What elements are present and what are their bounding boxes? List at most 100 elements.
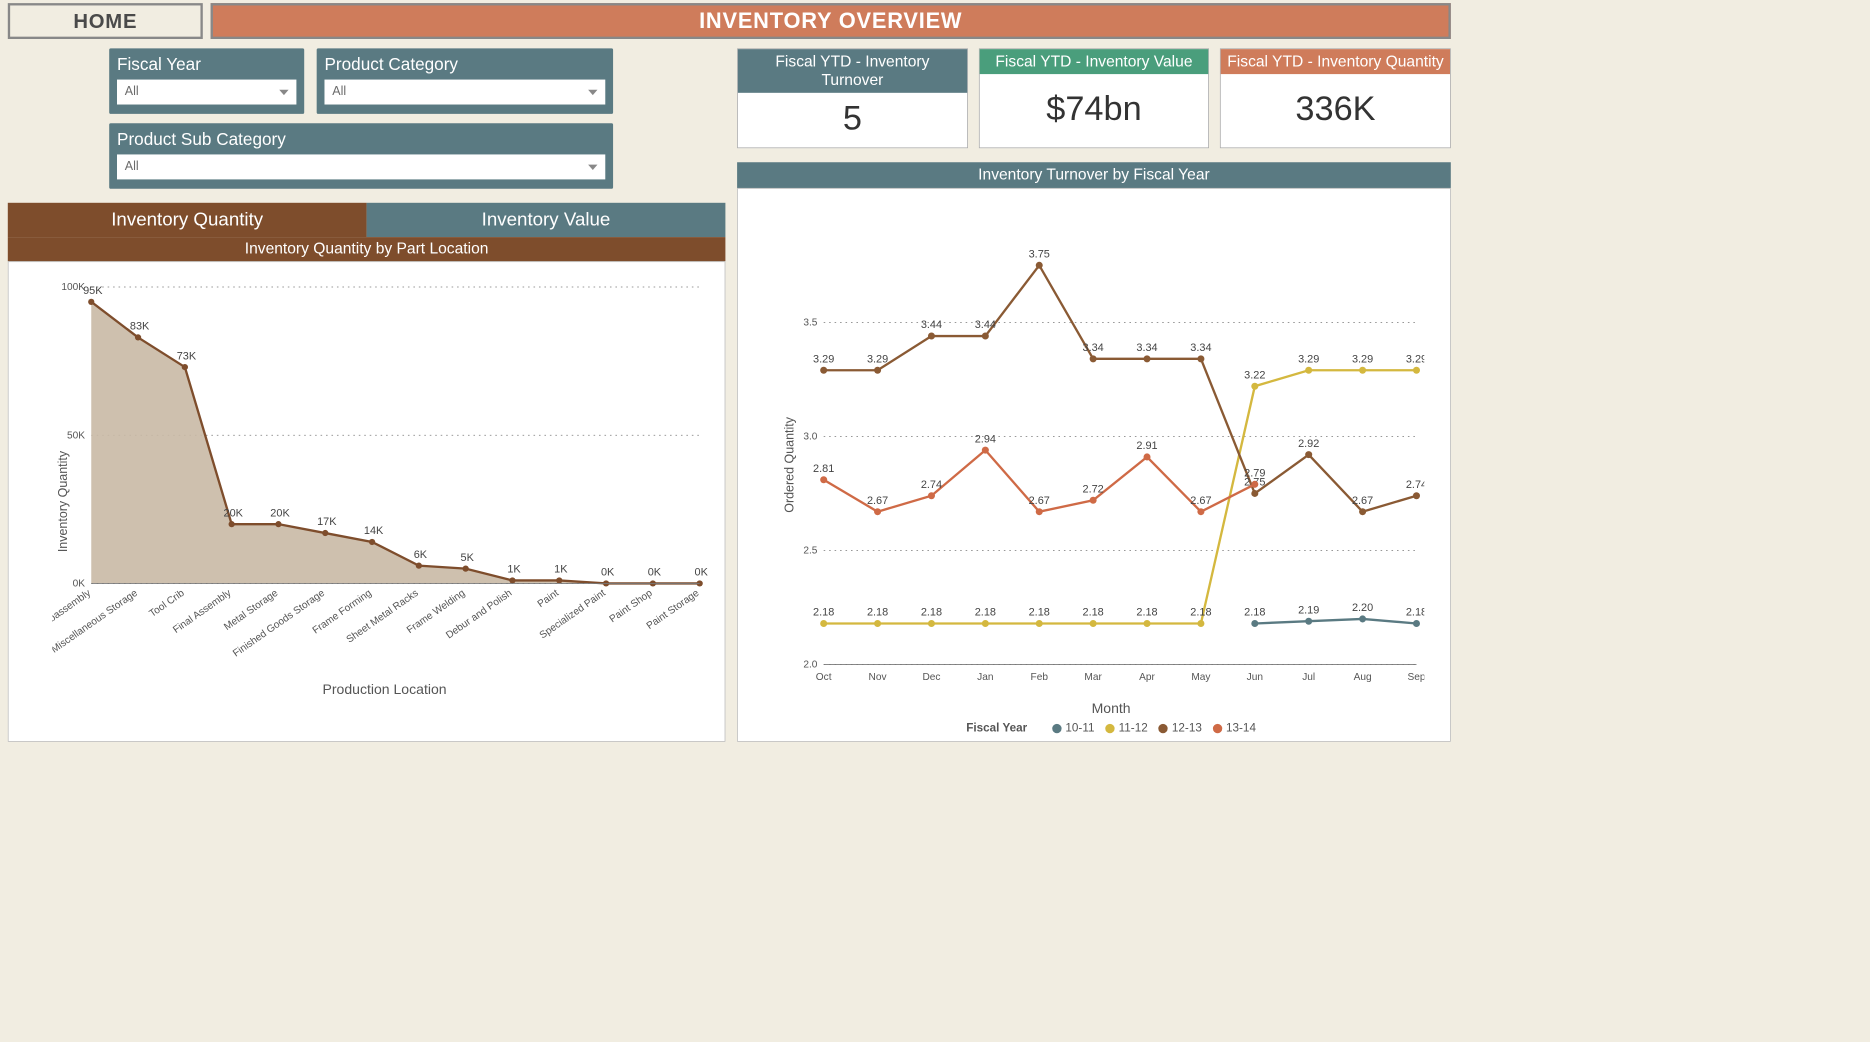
svg-text:1K: 1K: [507, 564, 521, 576]
svg-text:3.29: 3.29: [1406, 353, 1424, 365]
svg-text:3.34: 3.34: [1083, 342, 1104, 354]
tab-inventory-value[interactable]: Inventory Value: [367, 203, 726, 237]
svg-text:100K: 100K: [61, 282, 85, 293]
svg-text:Paint Storage: Paint Storage: [645, 588, 702, 632]
filter-label: Product Category: [324, 55, 605, 75]
right-chart-title: Inventory Turnover by Fiscal Year: [737, 162, 1451, 188]
svg-text:Dec: Dec: [922, 672, 940, 683]
filter-label: Product Sub Category: [117, 129, 605, 149]
svg-text:2.20: 2.20: [1352, 602, 1373, 614]
svg-text:Jun: Jun: [1247, 672, 1263, 683]
svg-text:6K: 6K: [414, 549, 428, 561]
svg-text:Finished Goods Storage: Finished Goods Storage: [231, 588, 327, 660]
svg-text:2.0: 2.0: [803, 660, 817, 671]
svg-text:0K: 0K: [601, 567, 615, 579]
kpi-title: Fiscal YTD - Inventory Value: [979, 49, 1208, 74]
kpi-value: $74bn: [979, 74, 1208, 147]
kpi-card: Fiscal YTD - Inventory Turnover 5: [737, 48, 968, 148]
filter-product-category: Product Category All: [317, 48, 613, 114]
svg-text:3.22: 3.22: [1244, 369, 1265, 381]
svg-text:Sep: Sep: [1407, 672, 1424, 683]
svg-text:2.79: 2.79: [1244, 468, 1265, 480]
svg-text:Jul: Jul: [1302, 672, 1315, 683]
legend-dot-icon: [1105, 724, 1114, 733]
svg-text:Aug: Aug: [1354, 672, 1372, 683]
legend-dot-icon: [1052, 724, 1061, 733]
svg-text:0K: 0K: [695, 567, 708, 579]
svg-text:2.67: 2.67: [867, 495, 888, 507]
svg-text:2.18: 2.18: [1244, 607, 1265, 619]
svg-text:2.18: 2.18: [1406, 607, 1424, 619]
kpi-card: Fiscal YTD - Inventory Value $74bn: [979, 48, 1210, 148]
select-value: All: [125, 160, 139, 174]
svg-text:3.5: 3.5: [803, 317, 817, 328]
x-axis-label: Production Location: [52, 682, 717, 698]
kpi-title: Fiscal YTD - Inventory Quantity: [1221, 49, 1450, 74]
legend-item: 10-11: [1052, 722, 1094, 735]
svg-text:3.0: 3.0: [803, 432, 817, 443]
svg-text:2.81: 2.81: [813, 463, 834, 475]
product-sub-category-select[interactable]: All: [117, 154, 605, 179]
svg-text:50K: 50K: [67, 430, 85, 441]
left-chart-title: Inventory Quantity by Part Location: [8, 237, 726, 261]
svg-text:Tool Crib: Tool Crib: [148, 588, 187, 620]
svg-text:3.44: 3.44: [921, 319, 942, 331]
svg-text:May: May: [1191, 672, 1211, 683]
chevron-down-icon: [588, 164, 597, 169]
legend-dot-icon: [1213, 724, 1222, 733]
svg-text:3.34: 3.34: [1136, 342, 1157, 354]
svg-text:2.18: 2.18: [975, 607, 996, 619]
svg-text:Mar: Mar: [1084, 672, 1102, 683]
legend-title: Fiscal Year: [966, 722, 1027, 735]
svg-text:1K: 1K: [554, 564, 568, 576]
svg-text:95K: 95K: [83, 285, 103, 297]
turnover-by-fy-chart: Ordered Quantity 2.02.53.03.52.182.192.2…: [737, 188, 1451, 742]
filter-product-sub-category: Product Sub Category All: [109, 123, 613, 189]
svg-text:2.91: 2.91: [1136, 440, 1157, 452]
svg-text:2.18: 2.18: [813, 607, 834, 619]
svg-text:Miscellaneous Storage: Miscellaneous Storage: [52, 588, 140, 656]
select-value: All: [332, 85, 346, 99]
svg-text:3.75: 3.75: [1029, 248, 1050, 260]
svg-text:3.29: 3.29: [1352, 353, 1373, 365]
tab-inventory-quantity[interactable]: Inventory Quantity: [8, 203, 367, 237]
y-axis-label: Inventory Quantity: [57, 451, 71, 552]
legend-item: 11-12: [1105, 722, 1147, 735]
kpi-value: 336K: [1221, 74, 1450, 147]
inventory-by-location-chart: Inventory Quantity 0K 50K 100K95K 83K 73K 20K…: [8, 261, 726, 741]
kpi-card: Fiscal YTD - Inventory Quantity 336K: [1220, 48, 1451, 148]
product-category-select[interactable]: All: [324, 80, 605, 105]
home-button[interactable]: HOME: [8, 3, 203, 39]
svg-text:73K: 73K: [177, 350, 197, 362]
svg-text:20K: 20K: [270, 507, 290, 519]
svg-text:17K: 17K: [317, 516, 337, 528]
svg-text:2.74: 2.74: [1406, 479, 1424, 491]
legend-item: 12-13: [1159, 722, 1202, 735]
svg-text:Feb: Feb: [1031, 672, 1049, 683]
svg-text:20K: 20K: [224, 507, 244, 519]
kpi-value: 5: [738, 93, 967, 148]
chevron-down-icon: [279, 89, 288, 94]
svg-text:2.67: 2.67: [1190, 495, 1211, 507]
svg-text:Paint Shop: Paint Shop: [608, 588, 655, 626]
svg-text:2.19: 2.19: [1298, 604, 1319, 616]
svg-text:2.18: 2.18: [1029, 607, 1050, 619]
svg-text:2.74: 2.74: [921, 479, 942, 491]
svg-text:2.72: 2.72: [1083, 483, 1104, 495]
fiscal-year-select[interactable]: All: [117, 80, 296, 105]
legend: Fiscal Year 10-11 11-12 12-13 13-14: [785, 722, 1438, 735]
svg-text:0K: 0K: [73, 579, 86, 590]
chart-tabs: Inventory Quantity Inventory Value: [8, 203, 726, 237]
y-axis-label: Ordered Quantity: [783, 417, 797, 513]
legend-item: 13-14: [1213, 722, 1256, 735]
svg-text:2.18: 2.18: [1083, 607, 1104, 619]
chevron-down-icon: [588, 89, 597, 94]
select-value: All: [125, 85, 139, 99]
filter-fiscal-year: Fiscal Year All: [109, 48, 304, 114]
svg-text:Oct: Oct: [816, 672, 832, 683]
svg-text:2.67: 2.67: [1352, 495, 1373, 507]
svg-text:83K: 83K: [130, 321, 150, 333]
filter-label: Fiscal Year: [117, 55, 296, 75]
svg-text:2.92: 2.92: [1298, 438, 1319, 450]
svg-text:2.18: 2.18: [1136, 607, 1157, 619]
